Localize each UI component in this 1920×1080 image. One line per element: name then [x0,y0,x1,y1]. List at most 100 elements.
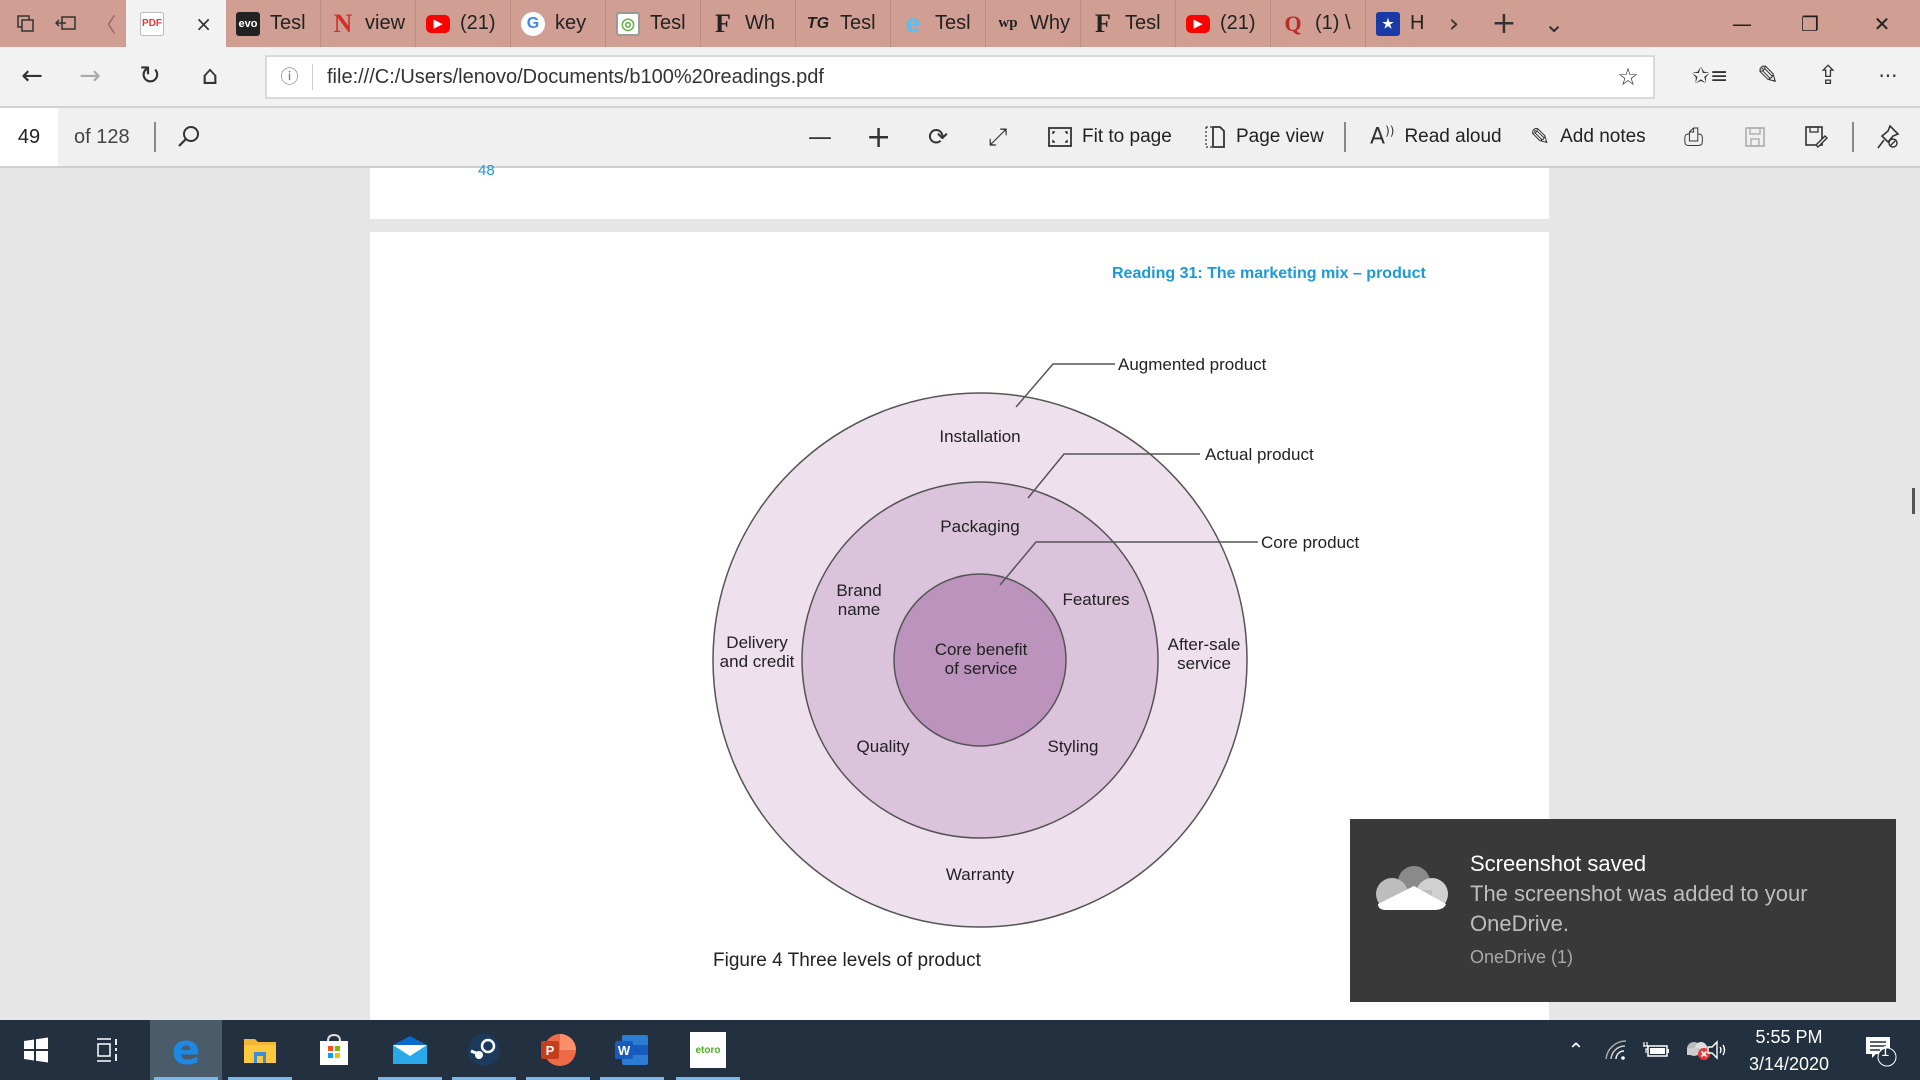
forbes-f-icon: F [715,8,731,38]
page-view-button[interactable]: Page view [1204,108,1324,166]
print-button[interactable]: ⎙ [1684,108,1703,166]
save-as-button[interactable] [1804,108,1828,166]
tab-item[interactable]: e Tesl [891,0,986,47]
tab-active-pdf[interactable]: PDF × [126,0,226,47]
forward-button[interactable]: → [62,47,118,105]
tab-item[interactable]: Q (1) \ [1271,0,1366,47]
tab-label: Tesl [935,12,971,34]
unpin-icon [1877,124,1900,149]
web-notes-icon[interactable]: ✎ [1740,47,1796,105]
google-icon: G [521,11,545,36]
address-bar[interactable]: ⓘ file:///C:/Users/lenovo/Documents/b100… [265,55,1655,99]
youtube-icon: ▶ [426,14,450,33]
taskbar-mail[interactable] [374,1020,446,1080]
shield-star-icon: ★ [1376,11,1400,36]
search-button[interactable] [176,108,202,166]
word-icon: W [615,1035,648,1065]
svg-text:W: W [618,1043,631,1058]
search-icon [178,126,199,147]
page-count: of 128 [74,126,130,148]
save-button[interactable] [1744,108,1766,166]
zoom-in-button[interactable]: + [866,108,891,166]
favorites-hub-icon[interactable]: ✩≡ [1682,47,1738,105]
item-installation: Installation [939,427,1020,446]
taskbar-file-explorer[interactable] [224,1020,296,1080]
taskbar-steam[interactable] [448,1020,520,1080]
pen-icon: ✎ [1530,123,1551,151]
item-brand-line2: name [838,600,881,619]
zoom-out-button[interactable]: — [808,108,832,166]
tab-item[interactable]: ▶ (21) [416,0,511,47]
tab-item[interactable]: ◎ Tesl [606,0,701,47]
start-button[interactable] [0,1020,72,1080]
tab-manager-icon[interactable] [6,0,46,47]
toolbar-divider [1344,122,1346,152]
clock-time: 5:55 PM [1755,1027,1823,1047]
volume-icon[interactable] [1700,1020,1736,1080]
show-hidden-icons-chevron[interactable]: ⌃ [1558,1020,1594,1080]
item-after-sale-line2: service [1177,654,1231,673]
fit-to-page-button[interactable]: Fit to page [1048,108,1172,166]
pin-toolbar-button[interactable] [1876,108,1900,166]
site-info-icon[interactable]: ⓘ [267,64,313,90]
scrollbar-thumb[interactable] [1912,488,1915,514]
taskbar-etoro[interactable]: etoro [672,1020,744,1080]
print-icon: ⎙ [1684,123,1704,151]
item-after-sale-line1: After-sale [1168,635,1241,654]
more-menu-icon[interactable]: ··· [1860,47,1916,105]
tab-item[interactable]: F Wh [701,0,796,47]
onedrive-notification-toast[interactable]: Screenshot saved The screenshot was adde… [1350,819,1896,1002]
taskbar-microsoft-store[interactable] [298,1020,370,1080]
close-tab-icon[interactable]: × [195,12,212,36]
read-aloud-button[interactable]: A)) Read aloud [1370,108,1502,166]
clock[interactable]: 5:55 PM 3/14/2020 [1734,1024,1844,1078]
minimize-button[interactable]: — [1708,0,1776,47]
tab-list-chevron-icon[interactable]: ⌄ [1534,0,1574,47]
tab-item[interactable]: Gkey [511,0,606,47]
add-notes-button[interactable]: ✎ Add notes [1530,108,1646,166]
favorite-star-icon[interactable]: ☆ [1603,63,1653,92]
save-icon [1745,127,1765,147]
action-center-button[interactable]: 1 [1852,1020,1908,1080]
tab-item[interactable]: ▶ (21) [1176,0,1271,47]
restore-button[interactable]: ❐ [1776,0,1844,47]
fullscreen-button[interactable]: ⤢ [988,108,1007,166]
svg-text:P: P [546,1043,555,1058]
tab-item[interactable]: evo Tesl [226,0,321,47]
new-tab-button[interactable]: + [1474,0,1534,47]
url-text[interactable]: file:///C:/Users/lenovo/Documents/b100%2… [313,66,1603,89]
address-bar-row: ← → ↻ ⌂ ⓘ file:///C:/Users/lenovo/Docume… [0,47,1920,108]
taskbar-word[interactable]: W [596,1020,668,1080]
core-label-line1: Core benefit [935,640,1028,659]
figure-caption: Figure 4 Three levels of product [713,950,981,971]
tab-item[interactable]: F Tesl [1081,0,1176,47]
taskbar-edge[interactable]: e [150,1020,222,1080]
scroll-tabs-left-icon[interactable]: 〈 [86,0,126,47]
item-features: Features [1062,590,1129,609]
close-window-button[interactable]: ✕ [1844,0,1920,47]
toast-title: Screenshot saved [1470,851,1647,876]
home-button[interactable]: ⌂ [182,47,238,105]
share-icon[interactable]: ⇪ [1800,47,1856,105]
battery-charging-icon[interactable] [1636,1020,1676,1080]
back-button[interactable]: ← [4,47,60,105]
tab-item[interactable]: TG Tesl [796,0,891,47]
wifi-icon[interactable] [1598,1020,1634,1080]
task-view-button[interactable] [72,1020,144,1080]
set-tabs-aside-icon[interactable] [46,0,86,47]
scroll-tabs-right-icon[interactable]: › [1434,0,1474,47]
tab-item[interactable]: Nview [321,0,416,47]
tab-label: Why [1030,12,1070,34]
tab-item[interactable]: wp Why [986,0,1081,47]
tab-bar: 〈 PDF × evo Tesl Nview ▶ (21) Gkey ◎ Tesl F… [0,0,1920,47]
page-number-input[interactable]: 49 [0,108,58,166]
previous-page: 48 [370,162,1549,219]
tab-item[interactable]: ★ H [1366,0,1434,47]
read-aloud-label: Read aloud [1404,126,1502,147]
core-label-line2: of service [945,659,1018,678]
taskbar: e P W etoro ⌃ 🔈 5:55 PM [0,1020,1920,1080]
taskbar-powerpoint[interactable]: P [522,1020,594,1080]
netflix-n-icon: N [333,8,353,38]
rotate-button[interactable]: ⟳ [928,108,948,166]
refresh-button[interactable]: ↻ [122,47,178,105]
